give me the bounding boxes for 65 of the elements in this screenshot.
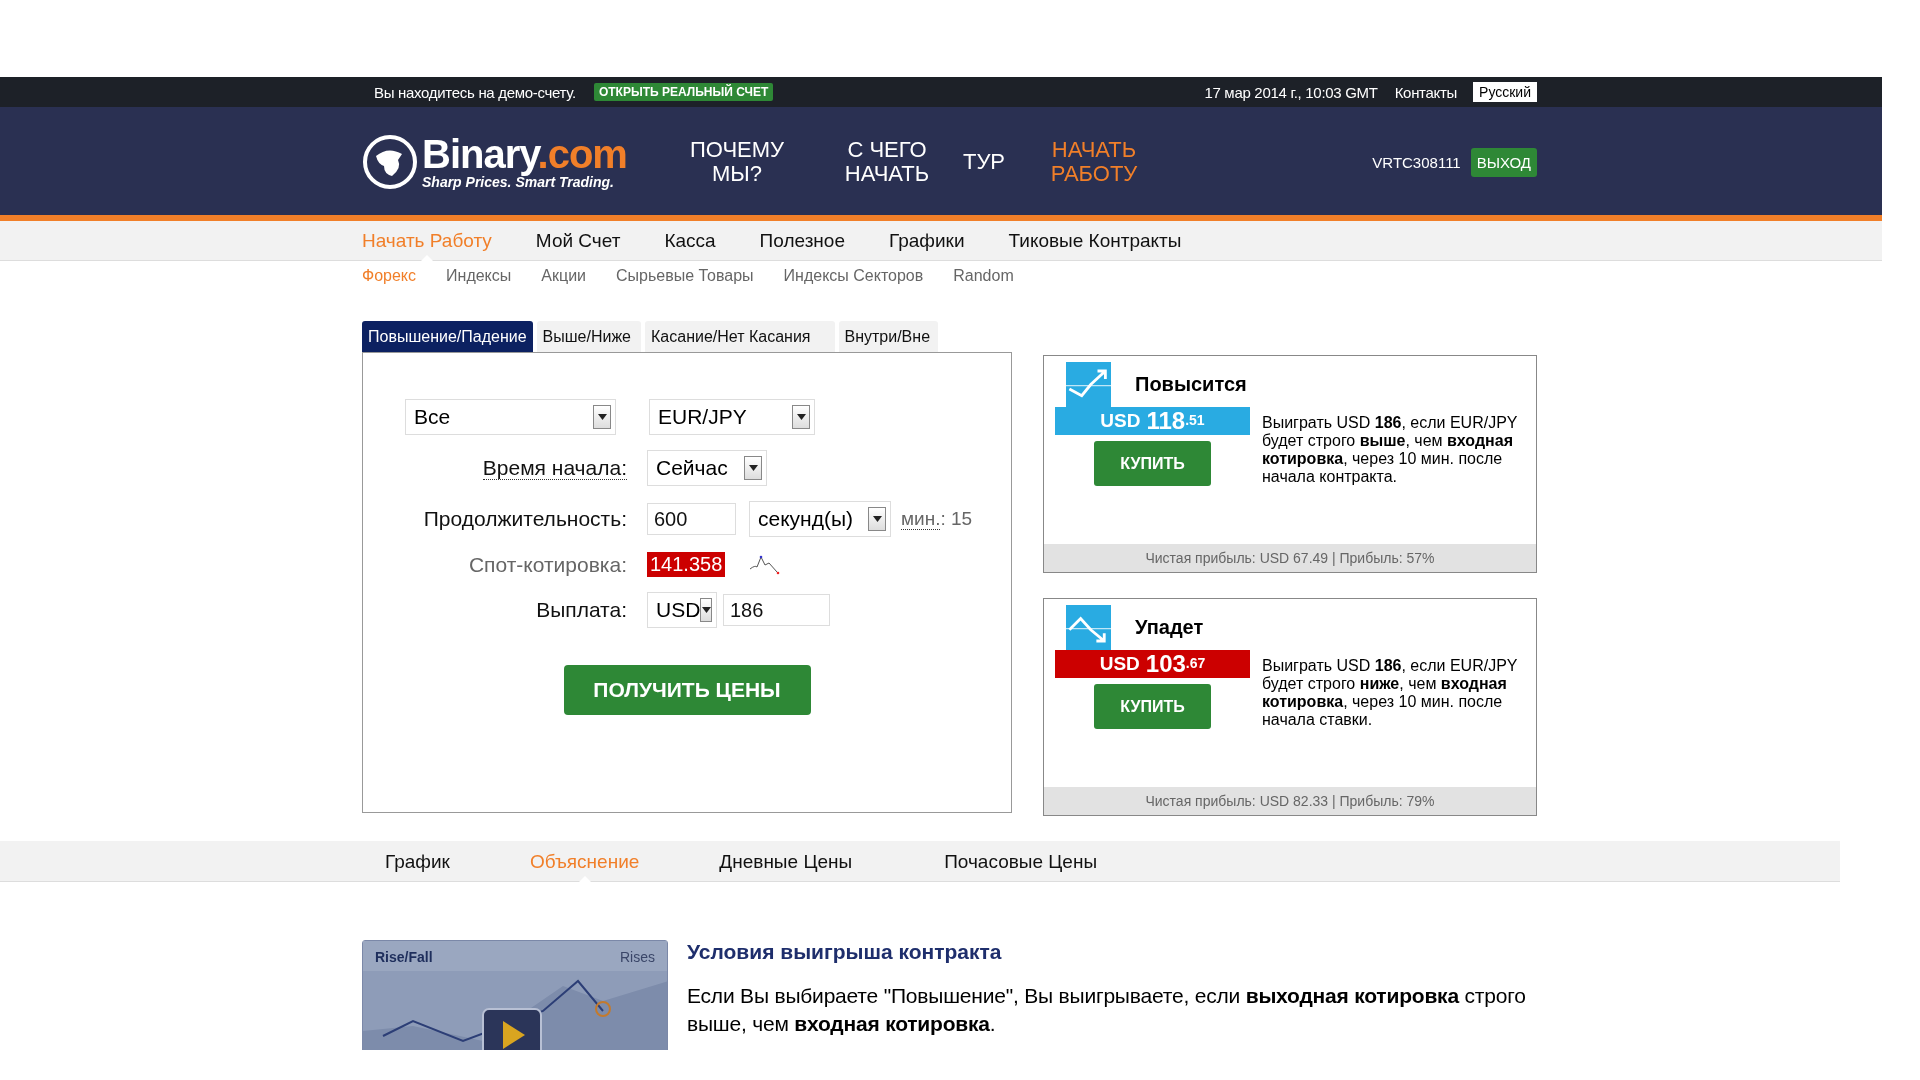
language-selector[interactable]: Русский	[1473, 82, 1537, 102]
nav-link[interactable]: НАЧАТЬ РАБОТУ	[1039, 138, 1149, 186]
contract-tab[interactable]: Внутри/Вне	[838, 321, 939, 352]
contract-tab[interactable]: Выше/Ниже	[536, 321, 641, 352]
account-id: VRTC308111	[1372, 153, 1461, 171]
submenu-item[interactable]: Индексы Секторов	[783, 267, 924, 285]
contacts-link[interactable]: Контакты	[1394, 83, 1458, 101]
explanation-text: Если Вы выбираете "Повышение", Вы выигрываете, если выходная котировка строго выше, чем входная котировка.	[687, 983, 1527, 1037]
nav-link[interactable]: С ЧЕГО НАЧАТЬ	[837, 138, 937, 186]
buy-button[interactable]: КУПИТЬ	[1094, 441, 1211, 486]
info-tab[interactable]: График	[385, 841, 450, 882]
submenu-item[interactable]: Индексы	[446, 267, 512, 285]
offer-description: Выиграть USD 186, если EUR/JPY будет строго выше, чем входная котировка, через 10 мин. после начала контракта.	[1262, 414, 1519, 487]
offer-title: Повысится	[1135, 373, 1247, 396]
info-tab[interactable]: Почасовые Цены	[944, 841, 1098, 882]
menu-item[interactable]: Графики	[889, 221, 965, 261]
underlying-select[interactable]: EUR/JPY	[649, 399, 815, 435]
explanation-heading: Условия выигрыша контракта	[687, 940, 1003, 964]
payout-input[interactable]: 186	[723, 594, 830, 626]
submenu-item[interactable]: Сырьевые Товары	[616, 267, 754, 285]
rising-chart-icon	[1066, 362, 1111, 407]
logout-button[interactable]: ВЫХОД	[1470, 147, 1537, 177]
caret-icon[interactable]	[593, 405, 611, 429]
spot-label: Спот-котировка:	[467, 552, 627, 577]
start-time-select[interactable]: Сейчас	[647, 450, 767, 486]
offer-description: Выиграть USD 186, если EUR/JPY будет строго ниже, чем входная котировка, через 10 мин. после начала ставки.	[1262, 657, 1519, 730]
duration-input[interactable]: 600	[647, 503, 736, 535]
video-thumbnail[interactable]: Rise/Fall Rises	[362, 940, 668, 1050]
video-label: Rises	[620, 949, 655, 965]
offer-profit: Чистая прибыль: USD 67.49 | Прибыль: 57%	[1145, 550, 1435, 566]
caret-icon[interactable]	[868, 507, 886, 531]
duration-label: Продолжительность:	[422, 507, 627, 531]
contract-tab[interactable]: Касание/Нет Касания	[645, 321, 835, 352]
caret-icon[interactable]	[792, 405, 810, 429]
menu-item[interactable]: Полезное	[759, 221, 845, 261]
offer-profit: Чистая прибыль: USD 82.33 | Прибыль: 79%	[1145, 793, 1435, 809]
caret-icon[interactable]	[700, 598, 712, 622]
contract-tab[interactable]: Повышение/Падение	[362, 321, 533, 352]
start-time-label: Время начала:	[482, 456, 627, 480]
open-account-link[interactable]: ОТКРЫТЬ РЕАЛЬНЫЙ СЧЕТ	[593, 83, 774, 101]
min-label: мин.	[901, 508, 941, 530]
spot-value: 141.358	[647, 552, 726, 577]
get-prices-button[interactable]: ПОЛУЧИТЬ ЦЕНЫ	[563, 665, 811, 715]
nav-link[interactable]: ТУР	[959, 150, 1009, 174]
currency-select[interactable]: USD	[647, 592, 717, 628]
duration-unit-select[interactable]: секунд(ы)	[749, 501, 891, 537]
logo-icon	[362, 134, 418, 190]
video-title: Rise/Fall	[375, 949, 433, 965]
menu-item[interactable]: Мой Счет	[535, 221, 621, 261]
buy-button[interactable]: КУПИТЬ	[1094, 684, 1211, 729]
menu-item[interactable]: Тиковые Контракты	[1008, 221, 1182, 261]
submenu-item[interactable]: Random	[953, 267, 1014, 285]
caret-icon[interactable]	[744, 456, 762, 480]
logo-wordmark: Binary.com	[422, 134, 627, 174]
nav-link[interactable]: ПОЧЕМУ МЫ?	[682, 138, 792, 186]
date-time: 17 мар 2014 г., 10:03 GMT	[1204, 83, 1378, 101]
submenu-item[interactable]: Акции	[541, 267, 586, 285]
min-value: : 15	[940, 508, 973, 530]
offer-title: Упадет	[1135, 616, 1204, 639]
market-select[interactable]: Все	[405, 399, 616, 435]
demo-notice: Вы находитесь на демо-счету.	[374, 83, 576, 101]
falling-chart-icon	[1066, 605, 1111, 650]
info-tab[interactable]: Дневные Цены	[719, 841, 853, 882]
payout-label: Выплата:	[535, 598, 627, 622]
menu-item[interactable]: Касса	[664, 221, 716, 261]
